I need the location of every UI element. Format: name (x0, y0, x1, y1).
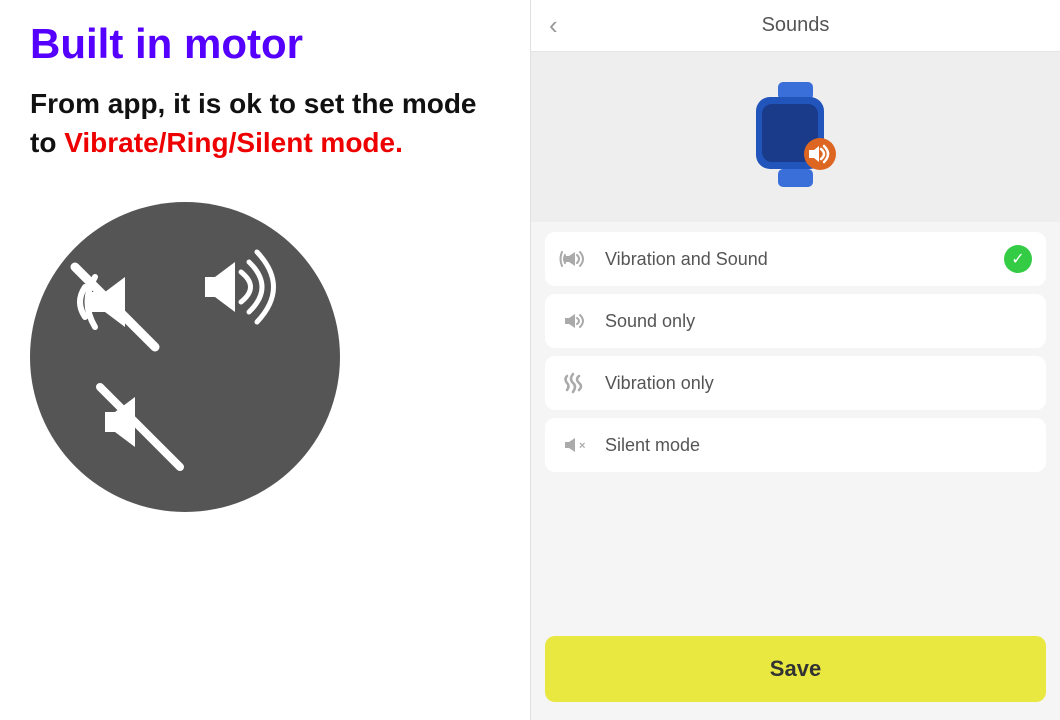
highlight-red: Vibrate/Ring/Silent mode. (64, 127, 403, 158)
silent-mode-icon: × (559, 434, 591, 456)
left-panel: Built in motor From app, it is ok to set… (0, 0, 530, 720)
vibration-sound-label: Vibration and Sound (605, 249, 768, 270)
watch-preview (531, 52, 1060, 222)
option-silent-mode[interactable]: × Silent mode (545, 418, 1046, 472)
sound-only-label: Sound only (605, 311, 695, 332)
page-title: Built in motor (30, 20, 303, 68)
options-list: Vibration and Sound ✓ Sound only (531, 222, 1060, 628)
description-text: From app, it is ok to set the mode to Vi… (30, 84, 500, 162)
vibration-only-label: Vibration only (605, 373, 714, 394)
vib-sound-icon (559, 248, 591, 270)
selected-checkmark: ✓ (1004, 245, 1032, 273)
option-vibration-sound[interactable]: Vibration and Sound ✓ (545, 232, 1046, 286)
sounds-header: ‹ Sounds (531, 0, 1060, 52)
back-button[interactable]: ‹ (549, 10, 558, 41)
option-sound-only[interactable]: Sound only (545, 294, 1046, 348)
right-panel: ‹ Sounds (530, 0, 1060, 720)
mode-icon-circle (30, 202, 340, 512)
watch-illustration (748, 82, 843, 192)
sound-only-icon (559, 310, 591, 332)
option-vibration-only[interactable]: Vibration only (545, 356, 1046, 410)
vibration-only-icon (559, 372, 591, 394)
svg-text:×: × (579, 440, 585, 452)
silent-mode-label: Silent mode (605, 435, 700, 456)
save-button[interactable]: Save (545, 636, 1046, 702)
header-title: Sounds (762, 14, 830, 37)
mode-illustration-icon (55, 227, 315, 487)
